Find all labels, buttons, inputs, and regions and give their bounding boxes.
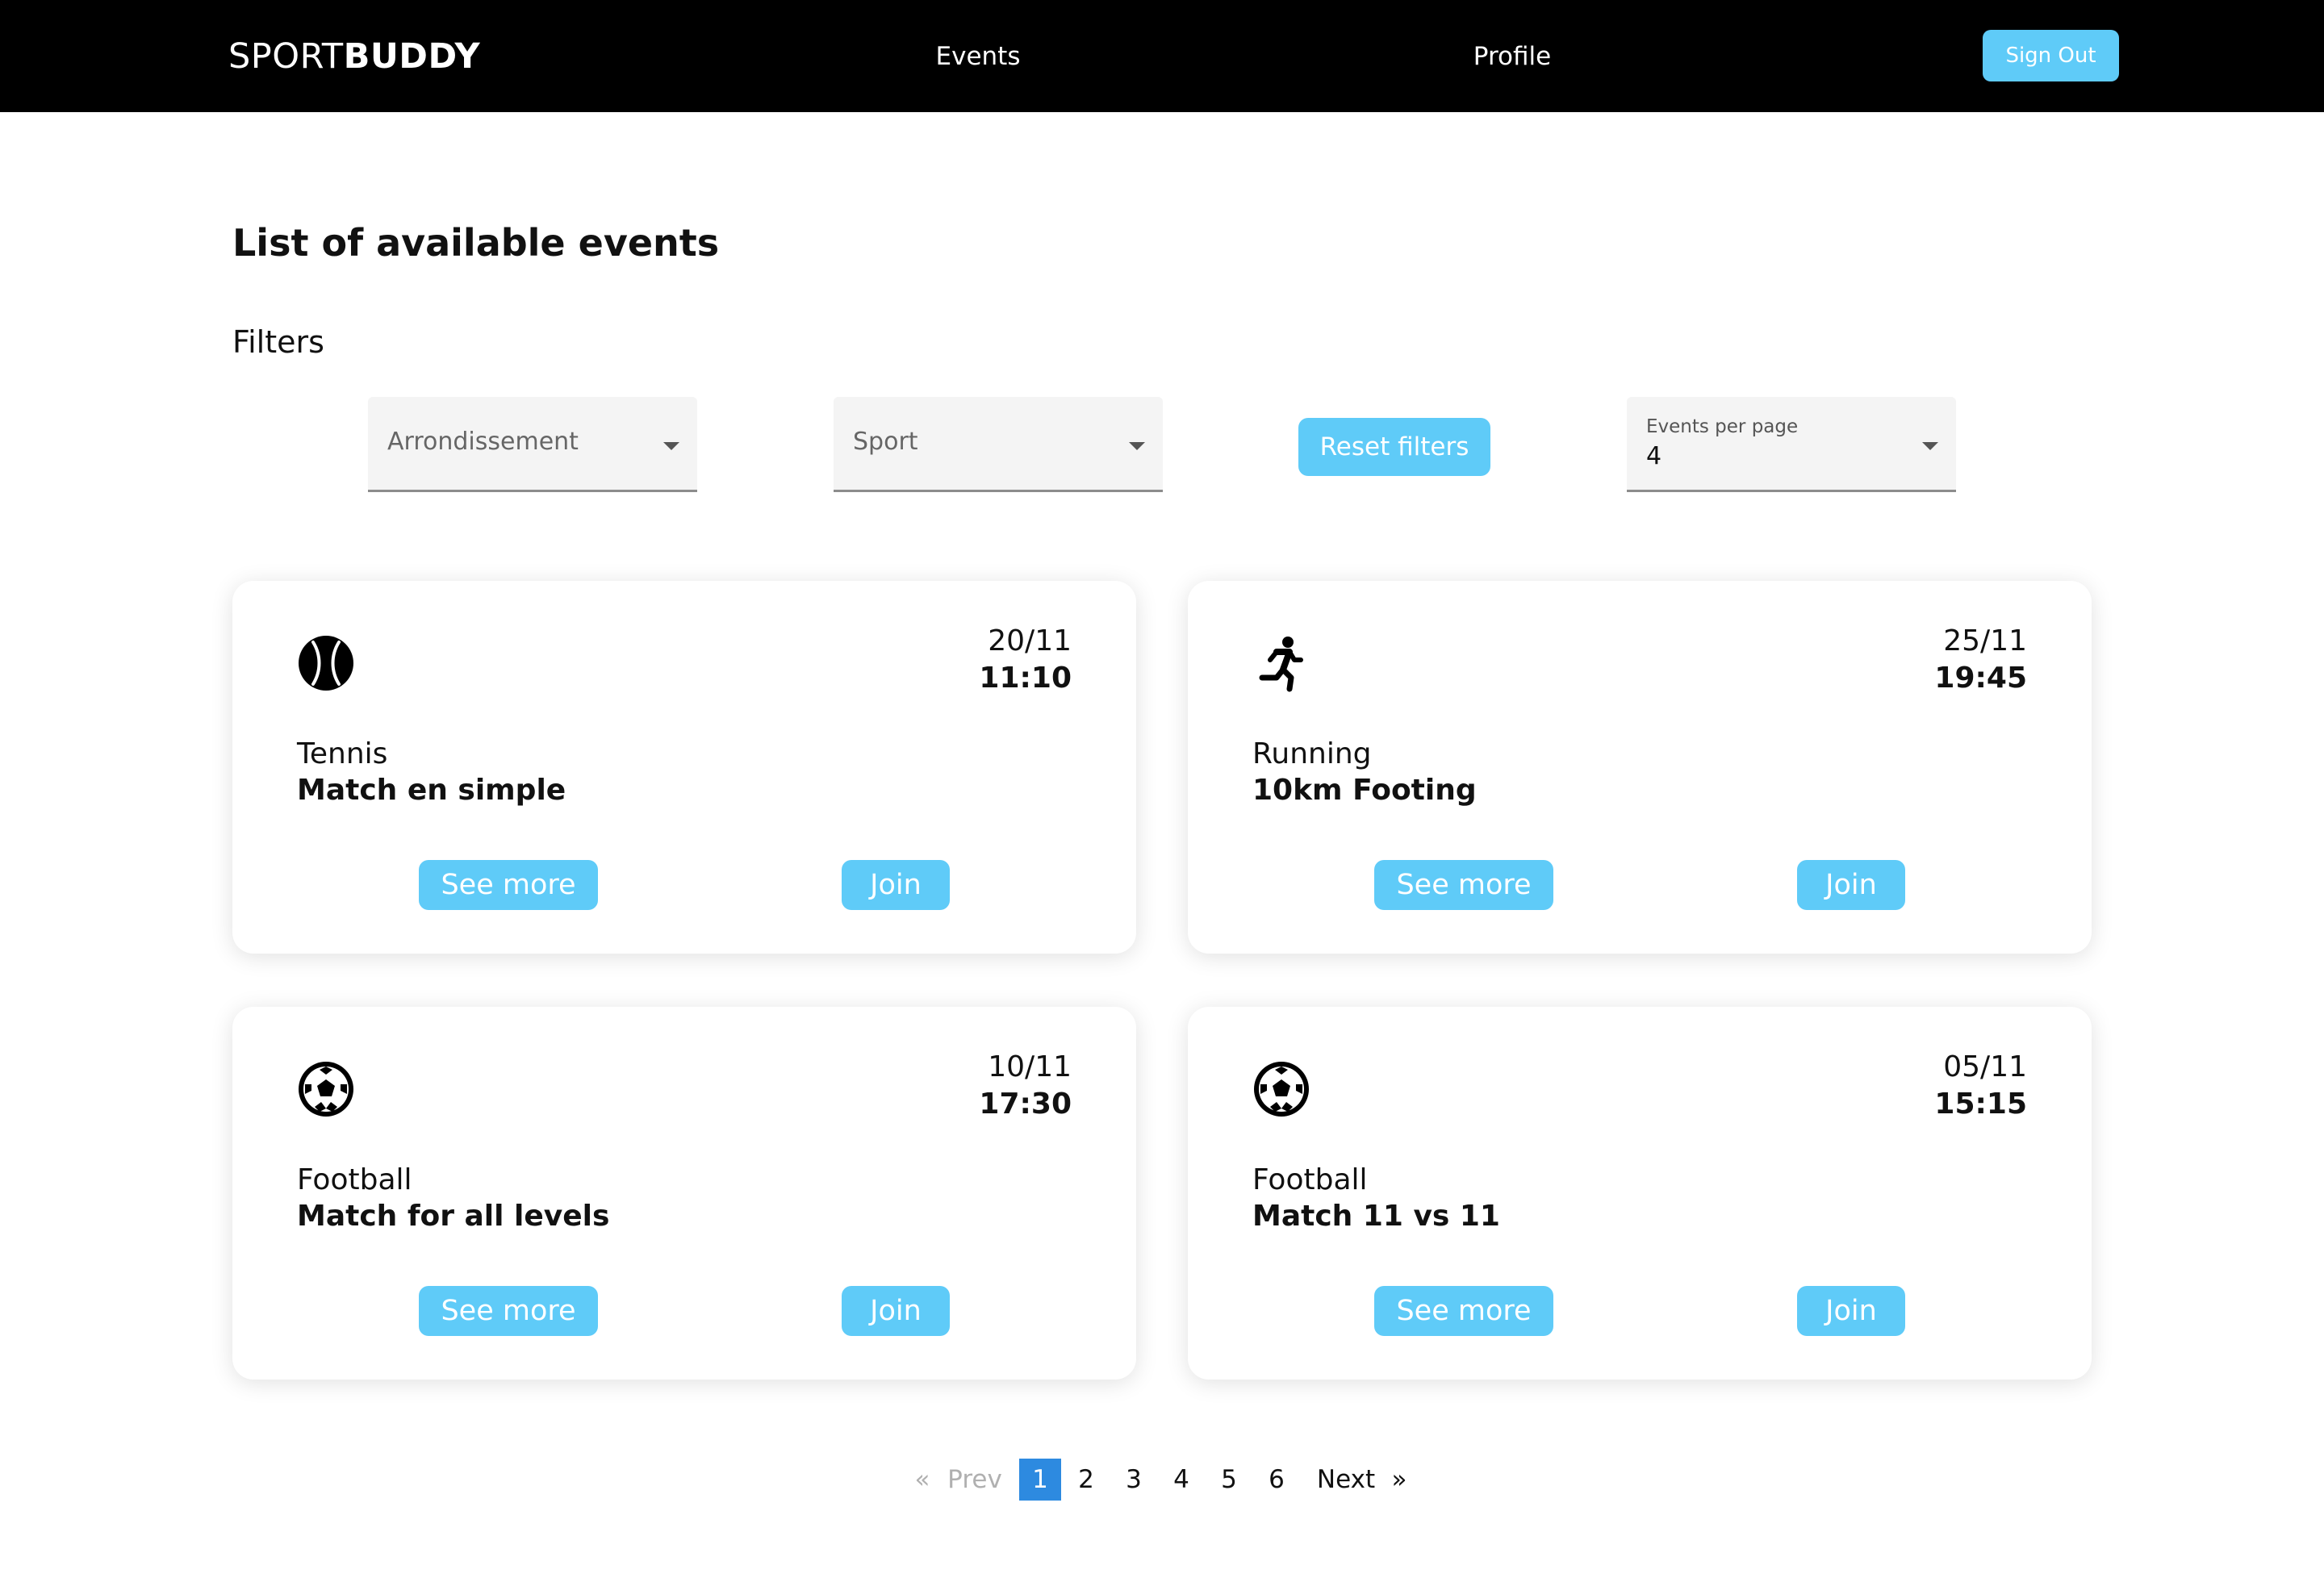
tennis-ball-icon: [297, 634, 355, 692]
event-sport: Running: [1252, 737, 1372, 770]
sign-out-button[interactable]: Sign Out: [1983, 30, 2119, 81]
pagination-page-5[interactable]: 5: [1221, 1459, 1237, 1501]
event-card-football-2: 05/11 15:15 Football Match 11 vs 11 See …: [1188, 1007, 2092, 1380]
event-title: Match 11 vs 11: [1252, 1200, 1500, 1233]
event-time: 15:15: [1934, 1087, 2027, 1121]
event-card-running: 25/11 19:45 Running 10km Footing See mor…: [1188, 581, 2092, 954]
running-person-icon: [1252, 634, 1310, 692]
see-more-button[interactable]: See more: [1374, 860, 1553, 910]
pagination-page-3[interactable]: 3: [1126, 1459, 1142, 1501]
see-more-button[interactable]: See more: [1374, 1286, 1553, 1336]
event-title: Match for all levels: [297, 1200, 610, 1233]
sport-select[interactable]: Sport: [834, 397, 1163, 492]
pagination-first[interactable]: «: [915, 1459, 930, 1501]
event-time: 17:30: [979, 1087, 1072, 1121]
arrondissement-select[interactable]: Arrondissement: [368, 397, 697, 492]
pagination-next[interactable]: Next: [1317, 1459, 1375, 1501]
sport-select-placeholder: Sport: [853, 428, 918, 456]
event-card-tennis: 20/11 11:10 Tennis Match en simple See m…: [232, 581, 1136, 954]
pagination-page-6[interactable]: 6: [1269, 1459, 1285, 1501]
join-button[interactable]: Join: [842, 1286, 950, 1336]
events-per-page-select[interactable]: Events per page 4: [1627, 397, 1956, 492]
pagination-page-1[interactable]: 1: [1019, 1459, 1061, 1501]
logo-text-sport: SPORT: [228, 36, 344, 77]
pagination-last[interactable]: »: [1392, 1459, 1407, 1501]
see-more-button[interactable]: See more: [419, 1286, 598, 1336]
pagination-prev[interactable]: Prev: [947, 1459, 1002, 1501]
events-per-page-value: 4: [1646, 442, 1662, 470]
chevron-down-icon: [1922, 442, 1938, 450]
nav-events-link[interactable]: Events: [936, 36, 1021, 77]
top-navbar: SPORTBUDDY Events Profile Sign Out: [0, 0, 2324, 112]
join-button[interactable]: Join: [1797, 1286, 1905, 1336]
see-more-button[interactable]: See more: [419, 860, 598, 910]
filters-heading: Filters: [232, 324, 324, 360]
event-sport: Football: [297, 1163, 412, 1196]
pagination-page-4[interactable]: 4: [1173, 1459, 1189, 1501]
page-title: List of available events: [232, 221, 720, 265]
pagination-page-2[interactable]: 2: [1078, 1459, 1094, 1501]
reset-filters-button[interactable]: Reset filters: [1298, 418, 1490, 476]
event-date: 25/11: [1943, 624, 2027, 658]
join-button[interactable]: Join: [842, 860, 950, 910]
logo-text-buddy: BUDDY: [343, 36, 481, 77]
sportbuddy-logo[interactable]: SPORTBUDDY: [228, 34, 480, 79]
event-title: 10km Footing: [1252, 774, 1477, 807]
event-title: Match en simple: [297, 774, 566, 807]
soccer-ball-icon: [297, 1060, 355, 1118]
join-button[interactable]: Join: [1797, 860, 1905, 910]
event-sport: Tennis: [297, 737, 388, 770]
event-date: 10/11: [988, 1050, 1072, 1083]
event-date: 05/11: [1943, 1050, 2027, 1083]
event-card-football-1: 10/11 17:30 Football Match for all level…: [232, 1007, 1136, 1380]
event-date: 20/11: [988, 624, 1072, 658]
event-time: 11:10: [979, 662, 1072, 695]
soccer-ball-icon: [1252, 1060, 1310, 1118]
nav-profile-link[interactable]: Profile: [1473, 36, 1551, 77]
page: SPORTBUDDY Events Profile Sign Out List …: [0, 0, 2324, 1578]
event-sport: Football: [1252, 1163, 1368, 1196]
events-per-page-label: Events per page: [1646, 416, 1799, 437]
chevron-down-icon: [663, 442, 679, 450]
arrondissement-select-placeholder: Arrondissement: [387, 428, 579, 456]
chevron-down-icon: [1129, 442, 1145, 450]
event-time: 19:45: [1934, 662, 2027, 695]
